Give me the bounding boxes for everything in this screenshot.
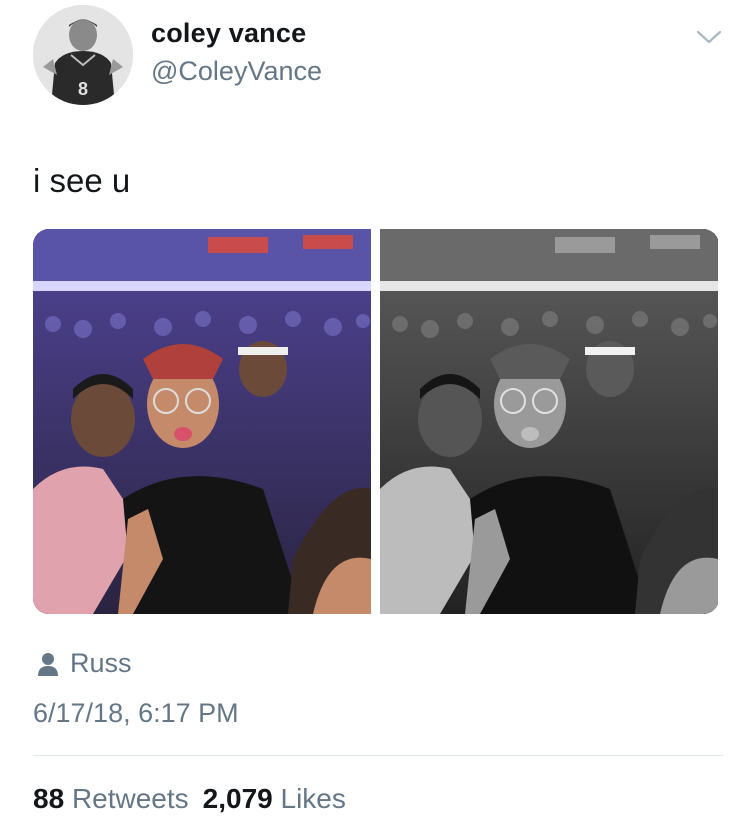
likes-stat[interactable]: 2,079 Likes	[203, 783, 346, 815]
tweet-stats: 88 Retweets 2,079 Likes	[33, 783, 346, 815]
tweet-timestamp: 6/17/18, 6:17 PM	[33, 698, 239, 728]
likes-label: Likes	[280, 783, 346, 814]
avatar[interactable]: 8	[33, 5, 133, 105]
photo-color[interactable]	[33, 229, 371, 614]
retweets-count: 88	[33, 783, 65, 814]
likes-count: 2,079	[202, 783, 273, 814]
retweets-stat[interactable]: 88 Retweets	[33, 783, 189, 815]
display-name[interactable]: coley vance	[151, 18, 306, 49]
chevron-down-icon[interactable]	[696, 28, 722, 46]
person-icon	[38, 652, 58, 676]
tagged-user-name: Russ	[70, 648, 132, 678]
tweet-media	[33, 229, 719, 614]
divider	[33, 755, 724, 756]
retweets-label: Retweets	[71, 783, 189, 814]
avatar-image: 8	[33, 5, 133, 105]
user-handle[interactable]: @ColeyVance	[151, 56, 322, 87]
avatar-jersey-number: 8	[78, 79, 88, 99]
photo-grayscale[interactable]	[380, 229, 718, 614]
tweet-text: i see u	[33, 162, 131, 199]
tagged-user-row[interactable]: Russ	[36, 648, 132, 679]
